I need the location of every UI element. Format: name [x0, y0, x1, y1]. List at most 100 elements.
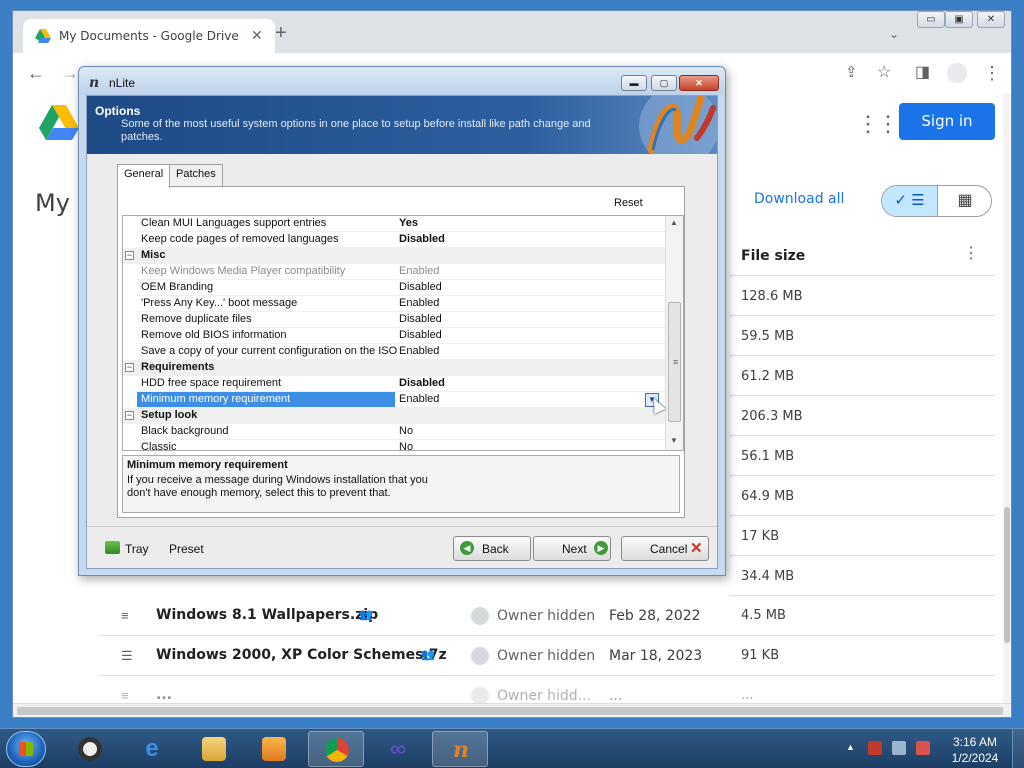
grid-property-row[interactable]: Keep code pages of removed languages Disa… — [123, 232, 665, 248]
tab-general[interactable]: General — [117, 164, 171, 188]
owner-avatar — [471, 687, 489, 703]
table-row[interactable]: ≡ ... Owner hidd... ... ... — [99, 676, 995, 703]
back-button[interactable]: ◀ Back — [453, 536, 531, 561]
table-row[interactable]: ≡ Windows 8.1 Wallpapers.zip 👥 Owner hid… — [99, 596, 995, 636]
new-tab-button[interactable]: + — [275, 23, 287, 43]
infinity-icon: ∞ — [390, 736, 406, 761]
grid-property-row[interactable]: HDD free space requirement Disabled — [123, 376, 665, 392]
show-desktop-button[interactable] — [1012, 729, 1024, 768]
collapse-icon[interactable]: − — [125, 411, 134, 420]
scroll-up-icon[interactable]: ▲ — [670, 218, 678, 227]
property-value[interactable]: Disabled — [399, 281, 442, 293]
scrollbar-thumb[interactable] — [17, 707, 1003, 715]
grid-property-row[interactable]: Classic No — [123, 440, 665, 450]
tab-google-drive[interactable]: My Documents - Google Drive ✕ — [23, 19, 275, 53]
collapse-icon[interactable]: − — [125, 363, 134, 372]
grid-scrollbar[interactable]: ▲ ≡ ▼ — [665, 216, 683, 450]
category-label: Setup look — [141, 409, 198, 421]
scrollbar-thumb[interactable]: ≡ — [668, 302, 681, 422]
file-size-column-header[interactable]: File size — [741, 248, 805, 264]
property-value[interactable]: Disabled — [399, 377, 445, 389]
volume-muted-icon[interactable] — [916, 741, 930, 755]
file-size-cell: 59.5 MB — [741, 329, 795, 344]
grid-property-row[interactable]: Keep Windows Media Player compatibility E… — [123, 264, 665, 280]
nlite-titlebar[interactable]: n nLite ▬ ▢ ✕ — [79, 67, 725, 95]
table-row[interactable]: ☰ Windows 2000, XP Color Schemes.7z 👥 Ow… — [99, 636, 995, 676]
taskbar-infinity-app[interactable]: ∞ — [370, 731, 426, 767]
tray-button[interactable]: Tray — [125, 542, 149, 556]
taskbar-chrome[interactable] — [308, 731, 364, 767]
show-hidden-icons-icon[interactable]: ▲ — [846, 742, 855, 752]
profile-avatar[interactable] — [947, 63, 967, 83]
close-tab-icon[interactable]: ✕ — [251, 27, 263, 44]
property-name: Minimum memory requirement — [141, 393, 291, 405]
download-all-button[interactable]: Download all — [754, 191, 844, 207]
reset-link[interactable]: Reset — [614, 197, 643, 209]
share-icon[interactable]: ⇪ — [845, 63, 858, 83]
grid-property-row[interactable]: Remove duplicate files Disabled — [123, 312, 665, 328]
minimize-button[interactable]: ▬ — [621, 75, 647, 91]
grid-property-row[interactable]: OEM Branding Disabled — [123, 280, 665, 296]
taskbar-nlite[interactable]: n — [432, 731, 488, 767]
collapse-icon[interactable]: − — [125, 251, 134, 260]
back-arrow-icon[interactable]: ← — [27, 63, 45, 83]
file-name: Windows 2000, XP Color Schemes.7z — [156, 647, 447, 663]
property-value[interactable]: Enabled — [399, 297, 439, 309]
page-scrollbar[interactable] — [1003, 93, 1011, 703]
grid-view-button[interactable]: ▦ — [938, 186, 991, 216]
maximize-button[interactable]: ▢ — [651, 75, 677, 91]
horizontal-scrollbar[interactable] — [13, 703, 1011, 717]
file-size-cell: 206.3 MB — [741, 409, 803, 424]
grid-property-row[interactable]: Black background No — [123, 424, 665, 440]
network-icon[interactable] — [892, 741, 906, 755]
grid-property-row[interactable]: Clean MUI Languages support entries Yes — [123, 216, 665, 232]
dialog-footer: Tray Preset ◀ Back Next ▶ Cancel ✕ — [87, 526, 717, 568]
grid-property-row[interactable]: 'Press Any Key...' boot message Enabled — [123, 296, 665, 312]
bookmark-star-icon[interactable]: ☆ — [877, 63, 891, 83]
grid-category[interactable]: − Setup look — [123, 408, 665, 424]
next-button[interactable]: Next ▶ — [533, 536, 611, 561]
scrollbar-thumb[interactable] — [1004, 507, 1010, 643]
taskbar-clock-app[interactable] — [62, 731, 118, 767]
property-name: Keep Windows Media Player compatibility — [141, 265, 346, 277]
side-panel-icon[interactable]: ◨ — [915, 63, 930, 83]
sign-in-button[interactable]: Sign in — [899, 103, 995, 140]
action-center-icon[interactable] — [868, 741, 882, 755]
start-button[interactable] — [6, 731, 46, 767]
owner-avatar — [471, 607, 489, 625]
grid-category[interactable]: − Requirements — [123, 360, 665, 376]
property-value[interactable]: No — [399, 425, 413, 437]
property-value[interactable]: Yes — [399, 217, 418, 229]
taskbar-media-player[interactable] — [246, 731, 302, 767]
more-options-icon[interactable]: ⋮ — [963, 243, 979, 263]
property-value[interactable]: Disabled — [399, 313, 442, 325]
close-button[interactable]: ✕ — [679, 75, 719, 91]
close-window-button[interactable]: ✕ — [977, 11, 1005, 28]
cancel-button[interactable]: Cancel ✕ — [621, 536, 709, 561]
property-value[interactable]: Disabled — [399, 233, 445, 245]
forward-arrow-icon[interactable]: → — [61, 63, 79, 83]
tray-icon[interactable] — [105, 541, 120, 554]
grid-property-row[interactable]: Remove old BIOS information Disabled — [123, 328, 665, 344]
chrome-menu-icon[interactable]: ⋮ — [983, 63, 1001, 83]
grid-property-row[interactable]: Save a copy of your current configuratio… — [123, 344, 665, 360]
tab-search-icon[interactable]: ⌄ — [889, 27, 899, 41]
property-value[interactable]: No — [399, 441, 413, 450]
property-value[interactable]: Enabled — [399, 345, 439, 357]
taskbar-ie[interactable]: e — [124, 731, 180, 767]
property-value[interactable]: Disabled — [399, 329, 442, 341]
list-view-button[interactable]: ✓ ☰ — [882, 186, 938, 216]
taskbar-explorer[interactable] — [186, 731, 242, 767]
clock-time[interactable]: 3:16 AM — [950, 735, 1000, 749]
clock-date[interactable]: 1/2/2024 — [946, 751, 1004, 765]
property-value[interactable]: Enabled — [399, 393, 439, 405]
property-value[interactable]: Enabled — [399, 265, 439, 277]
grid-category[interactable]: − Misc — [123, 248, 665, 264]
preset-button[interactable]: Preset — [169, 542, 204, 556]
minimize-button[interactable]: ▭ — [917, 11, 945, 28]
maximize-button[interactable]: ▣ — [945, 11, 973, 28]
tab-patches[interactable]: Patches — [169, 164, 223, 187]
grid-property-row[interactable]: Minimum memory requirement Enabled — [123, 392, 665, 408]
modified-date: ... — [609, 688, 623, 703]
scroll-down-icon[interactable]: ▼ — [670, 436, 678, 445]
